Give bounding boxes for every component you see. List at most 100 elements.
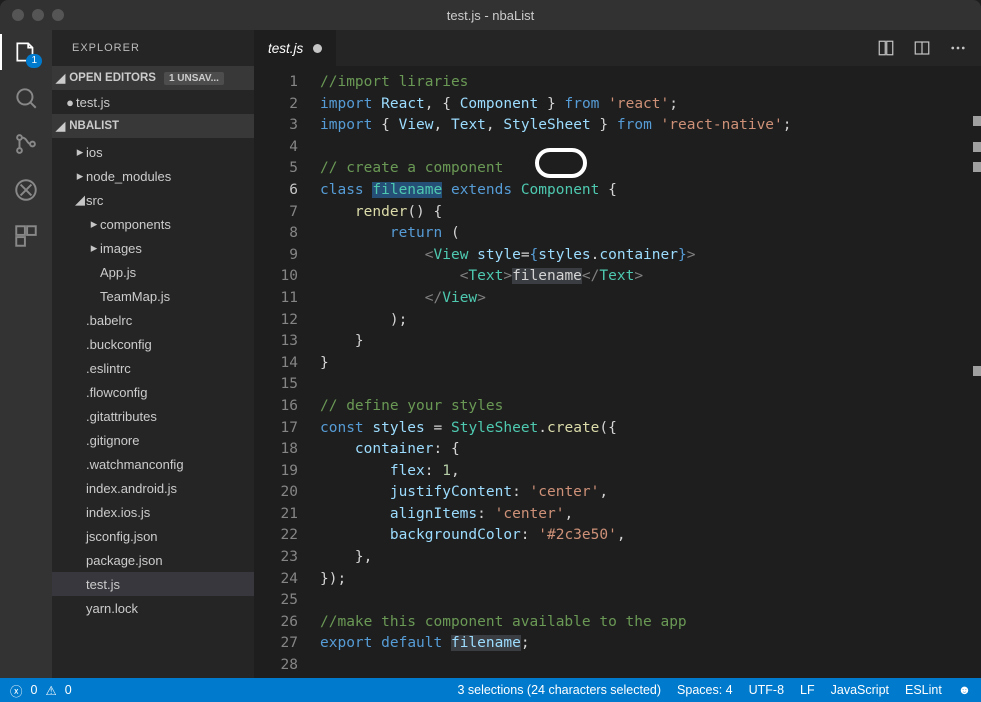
code-line[interactable]: container: { bbox=[320, 439, 981, 461]
item-label: components bbox=[100, 217, 171, 232]
code-line[interactable]: ); bbox=[320, 310, 981, 332]
eol-status[interactable]: LF bbox=[800, 683, 815, 697]
code-line[interactable]: } bbox=[320, 331, 981, 353]
code-line[interactable]: import { View, Text, StyleSheet } from '… bbox=[320, 115, 981, 137]
code-line[interactable]: // create a component bbox=[320, 158, 981, 180]
modified-indicator-icon: ● bbox=[64, 95, 76, 110]
titlebar: test.js - nbaList bbox=[0, 0, 981, 30]
file-item[interactable]: yarn.lock bbox=[52, 596, 254, 620]
line-number: 1 bbox=[254, 72, 298, 94]
folder-item[interactable]: ▸images bbox=[52, 236, 254, 260]
file-item[interactable]: jsconfig.json bbox=[52, 524, 254, 548]
code-line[interactable]: export default filename; bbox=[320, 633, 981, 655]
errors-icon[interactable]: ⓧ bbox=[10, 681, 23, 700]
line-number: 2 bbox=[254, 94, 298, 116]
chevron-right-icon: ▸ bbox=[88, 240, 100, 256]
file-item[interactable]: .gitignore bbox=[52, 428, 254, 452]
code-line[interactable]: // define your styles bbox=[320, 396, 981, 418]
open-editor-item[interactable]: ●test.js bbox=[52, 90, 254, 114]
warnings-icon[interactable]: ⚠ bbox=[45, 683, 56, 698]
code-line[interactable]: }); bbox=[320, 569, 981, 591]
tab-bar: test.js bbox=[254, 30, 981, 66]
extensions-icon[interactable] bbox=[12, 222, 40, 250]
chevron-down-icon: ◢ bbox=[56, 71, 65, 85]
minimize-window[interactable] bbox=[32, 9, 44, 21]
file-item[interactable]: test.js bbox=[52, 572, 254, 596]
code-line[interactable] bbox=[320, 137, 981, 159]
encoding-status[interactable]: UTF-8 bbox=[749, 683, 784, 697]
code-line[interactable] bbox=[320, 374, 981, 396]
code-line[interactable] bbox=[320, 655, 981, 677]
file-item[interactable]: .watchmanconfig bbox=[52, 452, 254, 476]
item-label: .eslintrc bbox=[86, 361, 131, 376]
code-content[interactable]: //import lirariesimport React, { Compone… bbox=[320, 66, 981, 678]
overview-ruler[interactable] bbox=[973, 66, 981, 678]
code-line[interactable]: <Text>filename</Text> bbox=[320, 266, 981, 288]
editor: test.js 12345678910111213141516171819202… bbox=[254, 30, 981, 678]
window-title: test.js - nbaList bbox=[447, 8, 534, 23]
window-controls[interactable] bbox=[0, 9, 64, 21]
file-item[interactable]: package.json bbox=[52, 548, 254, 572]
language-status[interactable]: JavaScript bbox=[831, 683, 889, 697]
debug-icon[interactable] bbox=[12, 176, 40, 204]
code-area[interactable]: 1234567891011121314151617181920212223242… bbox=[254, 66, 981, 678]
code-line[interactable]: class filename extends Component { bbox=[320, 180, 981, 202]
item-label: .babelrc bbox=[86, 313, 132, 328]
folder-item[interactable]: ▸ios bbox=[52, 140, 254, 164]
code-line[interactable]: }, bbox=[320, 547, 981, 569]
status-bar: ⓧ 0 ⚠ 0 3 selections (24 characters select… bbox=[0, 678, 981, 702]
warning-count[interactable]: 0 bbox=[65, 683, 72, 697]
line-number: 10 bbox=[254, 266, 298, 288]
code-line[interactable]: //make this component available to the a… bbox=[320, 612, 981, 634]
item-label: .flowconfig bbox=[86, 385, 147, 400]
project-header[interactable]: ◢ NBALIST bbox=[52, 114, 254, 138]
close-window[interactable] bbox=[12, 9, 24, 21]
file-item[interactable]: .buckconfig bbox=[52, 332, 254, 356]
ruler-mark bbox=[973, 162, 981, 172]
code-line[interactable]: //import liraries bbox=[320, 72, 981, 94]
code-line[interactable]: </View> bbox=[320, 288, 981, 310]
linter-status[interactable]: ESLint bbox=[905, 683, 942, 697]
code-line[interactable]: alignItems: 'center', bbox=[320, 504, 981, 526]
feedback-icon[interactable]: ☻ bbox=[958, 683, 971, 697]
line-number: 26 bbox=[254, 612, 298, 634]
file-item[interactable]: TeamMap.js bbox=[52, 284, 254, 308]
item-label: App.js bbox=[100, 265, 136, 280]
folder-item[interactable]: ◢src bbox=[52, 188, 254, 212]
file-item[interactable]: .babelrc bbox=[52, 308, 254, 332]
code-line[interactable]: justifyContent: 'center', bbox=[320, 482, 981, 504]
maximize-window[interactable] bbox=[52, 9, 64, 21]
code-line[interactable]: } bbox=[320, 353, 981, 375]
folder-item[interactable]: ▸node_modules bbox=[52, 164, 254, 188]
tab-test-js[interactable]: test.js bbox=[254, 30, 337, 66]
file-item[interactable]: .eslintrc bbox=[52, 356, 254, 380]
source-control-icon[interactable] bbox=[12, 130, 40, 158]
file-item[interactable]: index.android.js bbox=[52, 476, 254, 500]
error-count[interactable]: 0 bbox=[31, 683, 38, 697]
code-line[interactable]: const styles = StyleSheet.create({ bbox=[320, 418, 981, 440]
indent-status[interactable]: Spaces: 4 bbox=[677, 683, 733, 697]
compare-changes-icon[interactable] bbox=[877, 39, 895, 57]
file-item[interactable]: .flowconfig bbox=[52, 380, 254, 404]
search-icon[interactable] bbox=[12, 84, 40, 112]
line-number: 7 bbox=[254, 202, 298, 224]
code-line[interactable]: return ( bbox=[320, 223, 981, 245]
item-label: test.js bbox=[86, 577, 120, 592]
file-item[interactable]: .gitattributes bbox=[52, 404, 254, 428]
code-line[interactable]: flex: 1, bbox=[320, 461, 981, 483]
more-actions-icon[interactable] bbox=[949, 39, 967, 57]
code-line[interactable]: render() { bbox=[320, 202, 981, 224]
code-line[interactable] bbox=[320, 590, 981, 612]
file-item[interactable]: App.js bbox=[52, 260, 254, 284]
file-item[interactable]: index.ios.js bbox=[52, 500, 254, 524]
split-editor-icon[interactable] bbox=[913, 39, 931, 57]
code-line[interactable]: import React, { Component } from 'react'… bbox=[320, 94, 981, 116]
folder-item[interactable]: ▸components bbox=[52, 212, 254, 236]
code-line[interactable]: <View style={styles.container}> bbox=[320, 245, 981, 267]
code-line[interactable]: backgroundColor: '#2c3e50', bbox=[320, 525, 981, 547]
explorer-icon[interactable]: 1 bbox=[12, 38, 40, 66]
chevron-down-icon: ◢ bbox=[56, 119, 65, 133]
ruler-mark bbox=[973, 142, 981, 152]
selection-status[interactable]: 3 selections (24 characters selected) bbox=[457, 683, 661, 697]
open-editors-header[interactable]: ◢ OPEN EDITORS 1 UNSAV... bbox=[52, 66, 254, 90]
